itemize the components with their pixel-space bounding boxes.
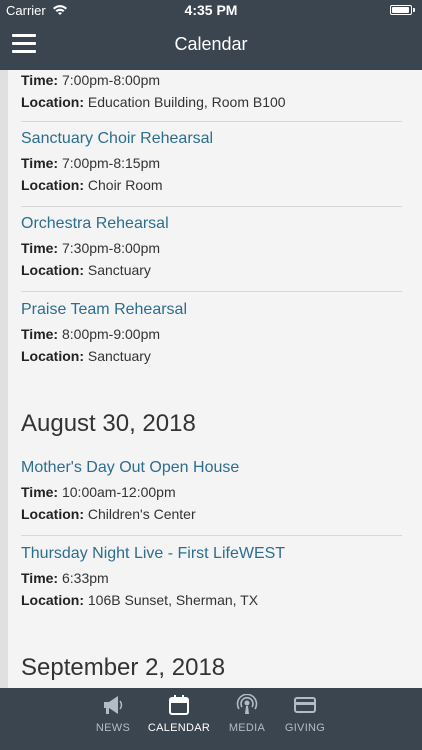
tab-calendar[interactable]: CALENDAR: [144, 694, 214, 734]
event-location: Location: Education Building, Room B100: [21, 94, 286, 110]
tab-label: NEWS: [95, 722, 131, 734]
list-item[interactable]: Thursday Night Live - First LifeWEST Tim…: [21, 545, 402, 621]
nav-bar: Calendar: [0, 20, 422, 70]
tab-bar: NEWS CALENDAR MEDIA GIVING: [0, 688, 422, 750]
calendar-icon: [169, 695, 189, 715]
calendar-list[interactable]: Time: 7:00pm-8:00pm Location: Education …: [0, 70, 422, 688]
tab-label: GIVING: [284, 722, 326, 734]
event-time: Time: 7:30pm-8:00pm: [21, 240, 161, 256]
time-label: Time:: [21, 72, 59, 88]
event-time: Time: 8:00pm-9:00pm: [21, 326, 161, 342]
event-title[interactable]: Praise Team Rehearsal: [21, 301, 402, 323]
tab-news[interactable]: NEWS: [78, 694, 148, 734]
list-item[interactable]: Sanctuary Choir Rehearsal Time: 7:00pm-8…: [21, 130, 402, 207]
date-header: August 30, 2018: [21, 410, 196, 437]
event-time: Time: 7:00pm-8:15pm: [21, 155, 161, 171]
list-item[interactable]: Orchestra Rehearsal Time: 7:30pm-8:00pm …: [21, 215, 402, 292]
event-location: Location: Sanctuary: [21, 262, 151, 278]
list-item[interactable]: Time: 7:00pm-8:00pm Location: Education …: [21, 70, 402, 122]
battery-icon: [390, 5, 415, 15]
megaphone-icon: [104, 696, 123, 714]
list-item[interactable]: Praise Team Rehearsal Time: 8:00pm-9:00p…: [21, 301, 402, 377]
event-title[interactable]: Sanctuary Choir Rehearsal: [21, 130, 402, 152]
clock: 4:35 PM: [184, 2, 238, 18]
tab-label: CALENDAR: [147, 722, 211, 734]
page-title: Calendar: [174, 34, 248, 54]
status-bar: Carrier 4:35 PM: [0, 0, 422, 20]
event-location: Location: Choir Room: [21, 177, 163, 193]
event-time: Time: 6:33pm: [21, 570, 109, 586]
event-title[interactable]: Mother's Day Out Open House: [21, 459, 402, 481]
date-header: September 2, 2018: [21, 654, 226, 681]
event-time: Time: 7:00pm-8:00pm: [21, 72, 161, 88]
event-title[interactable]: Orchestra Rehearsal: [21, 215, 402, 237]
tab-giving[interactable]: GIVING: [270, 694, 340, 734]
list-item[interactable]: Mother's Day Out Open House Time: 10:00a…: [21, 459, 402, 536]
location-label: Location:: [21, 94, 84, 110]
event-time: Time: 10:00am-12:00pm: [21, 484, 176, 500]
podcast-icon: [236, 694, 258, 714]
event-location: Location: 106B Sunset, Sherman, TX: [21, 592, 259, 608]
event-location: Location: Sanctuary: [21, 348, 151, 364]
event-location: Location: Children's Center: [21, 506, 196, 522]
event-title[interactable]: Thursday Night Live - First LifeWEST: [21, 545, 402, 567]
credit-card-icon: [294, 697, 316, 713]
